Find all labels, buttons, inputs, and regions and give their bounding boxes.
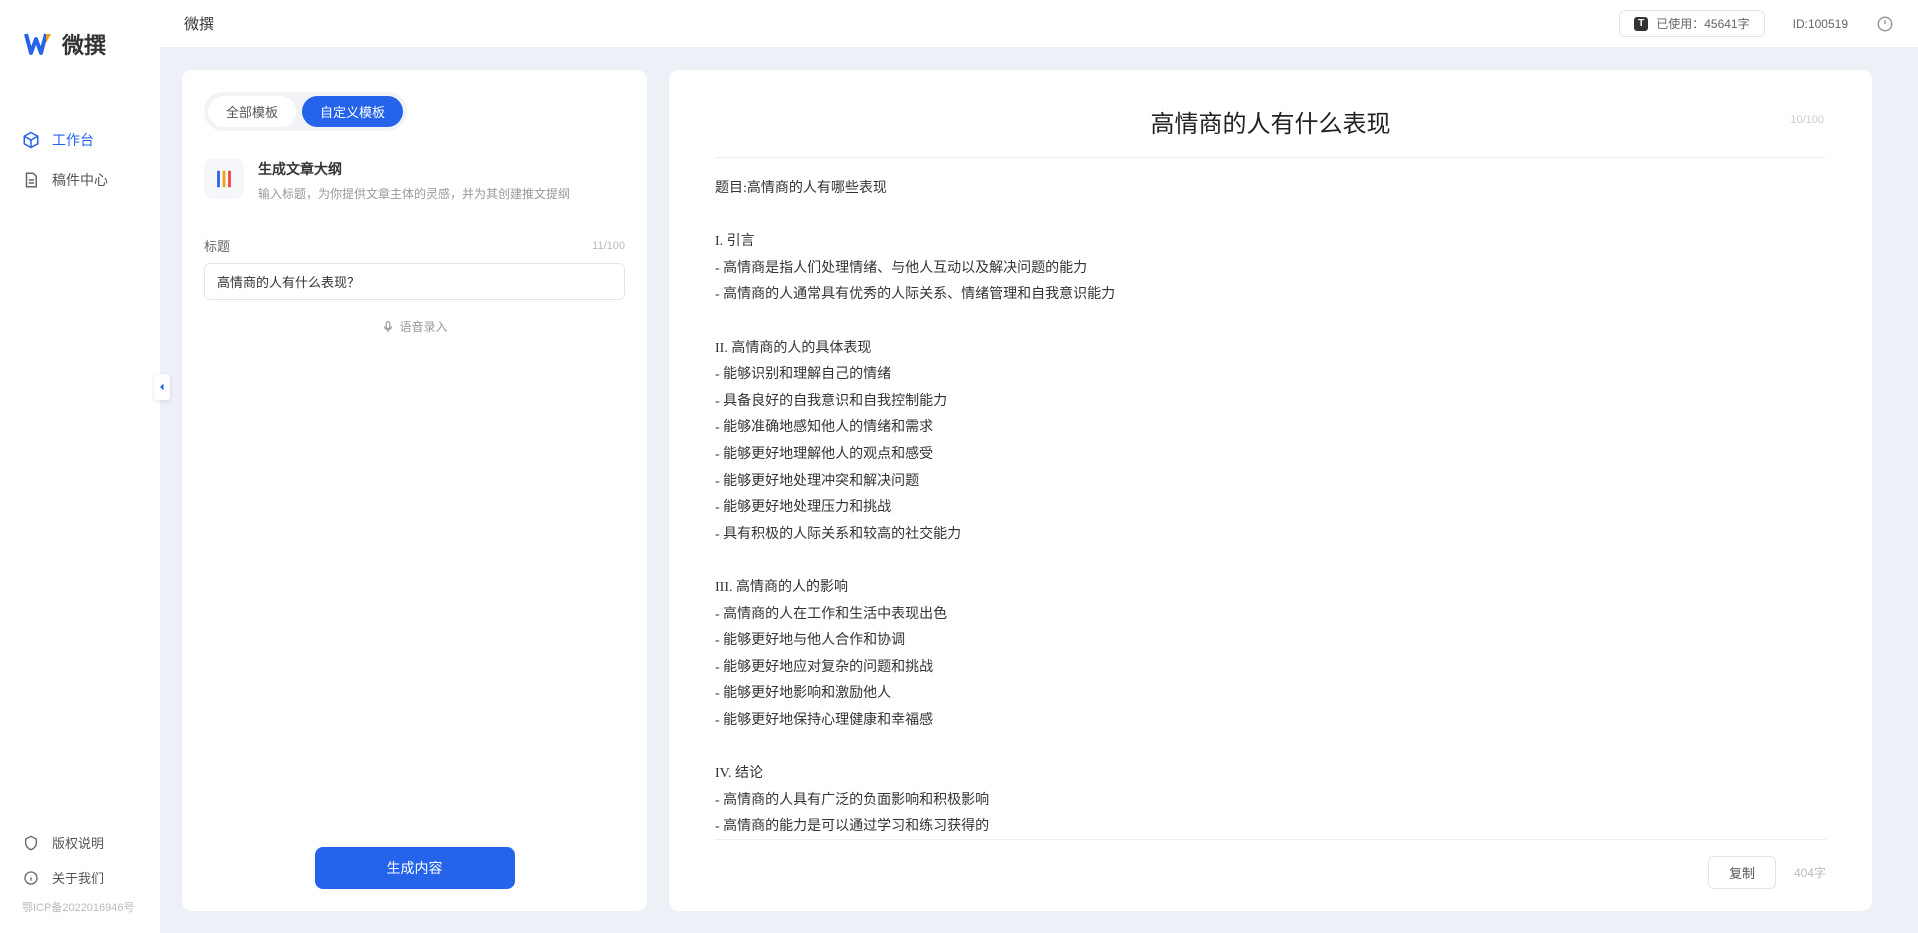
nav-item-workspace[interactable]: 工作台 — [0, 120, 160, 160]
nav-label: 关于我们 — [52, 868, 104, 887]
nav-item-copyright[interactable]: 版权说明 — [0, 825, 160, 860]
mic-icon — [381, 320, 395, 334]
output-body: 题目:高情商的人有哪些表现 I. 引言 - 高情商是指人们处理情绪、与他人互动以… — [715, 158, 1826, 839]
nav-label: 工作台 — [52, 130, 94, 150]
output-footer: 复制 404字 — [715, 839, 1826, 889]
logo-icon — [24, 31, 54, 57]
tab-custom-templates[interactable]: 自定义模板 — [302, 96, 403, 127]
generate-button[interactable]: 生成内容 — [315, 847, 515, 889]
title-input[interactable] — [204, 263, 625, 300]
output-title: 高情商的人有什么表现 — [715, 92, 1826, 158]
chevron-left-icon — [156, 381, 168, 393]
template-desc: 输入标题，为你提供文章主体的灵感，并为其创建推文提纲 — [258, 185, 570, 202]
nav-item-about[interactable]: 关于我们 — [0, 860, 160, 895]
output-word-count: 404字 — [1794, 864, 1826, 881]
template-card: 生成文章大纲 输入标题，为你提供文章主体的灵感，并为其创建推文提纲 — [204, 155, 625, 206]
topbar: 微撰 T 已使用：45641字 ID:100519 — [160, 0, 1918, 48]
cube-icon — [22, 131, 40, 149]
main: 微撰 T 已使用：45641字 ID:100519 全部模板 自定义模板 — [160, 0, 1918, 933]
text-icon: T — [1634, 17, 1648, 31]
title-char-count: 11/100 — [592, 240, 625, 252]
output-panel: 高情商的人有什么表现 10/100 题目:高情商的人有哪些表现 I. 引言 - … — [669, 70, 1872, 911]
brand-name: 微撰 — [62, 28, 106, 60]
document-icon — [22, 171, 40, 189]
usage-text: 已使用：45641字 — [1656, 15, 1749, 32]
nav-label: 版权说明 — [52, 833, 104, 852]
nav-item-drafts[interactable]: 稿件中心 — [0, 160, 160, 200]
primary-nav: 工作台 稿件中心 — [0, 80, 160, 825]
title-field-label: 标题 — [204, 236, 230, 255]
info-icon — [22, 869, 40, 887]
shield-icon — [22, 834, 40, 852]
usage-badge[interactable]: T 已使用：45641字 — [1619, 10, 1764, 37]
power-icon[interactable] — [1876, 15, 1894, 33]
template-icon — [204, 159, 244, 199]
user-id: ID:100519 — [1793, 17, 1848, 31]
output-counter: 10/100 — [1790, 114, 1824, 126]
template-title: 生成文章大纲 — [258, 159, 570, 179]
copy-button[interactable]: 复制 — [1708, 856, 1776, 889]
nav-label: 稿件中心 — [52, 170, 108, 190]
tab-all-templates[interactable]: 全部模板 — [208, 96, 296, 127]
page-title: 微撰 — [184, 13, 214, 34]
brand-logo: 微撰 — [0, 0, 160, 80]
topbar-right: T 已使用：45641字 ID:100519 — [1619, 10, 1894, 37]
template-tabs: 全部模板 自定义模板 — [204, 92, 407, 131]
input-panel: 全部模板 自定义模板 生成文章大纲 输入标题，为你提供文章主体的灵感，并为其创建… — [182, 70, 647, 911]
voice-input-button[interactable]: 语音录入 — [204, 318, 625, 335]
icp-text: 鄂ICP备2022016946号 — [0, 895, 160, 921]
sidebar-collapse-toggle[interactable] — [154, 374, 170, 400]
content: 全部模板 自定义模板 生成文章大纲 输入标题，为你提供文章主体的灵感，并为其创建… — [160, 48, 1918, 933]
sidebar: 微撰 工作台 稿件中心 版权说明 — [0, 0, 160, 933]
sidebar-footer: 版权说明 关于我们 鄂ICP备2022016946号 — [0, 825, 160, 933]
voice-label: 语音录入 — [399, 318, 447, 335]
